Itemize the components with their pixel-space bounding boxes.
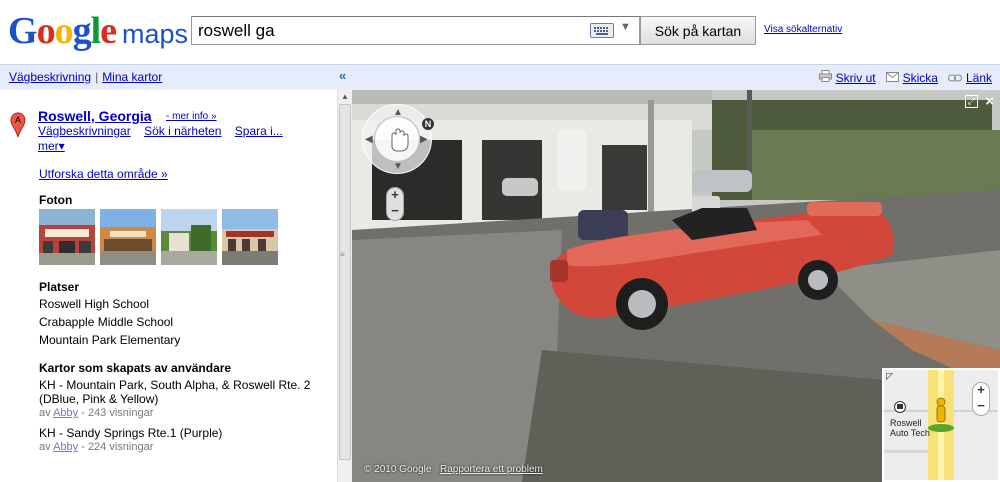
minimap-zoom-control: + −: [972, 382, 990, 416]
street-view[interactable]: ▲ ▼ ◀ ▶ N + − ⤢ × © 2010 Google Rapporte…: [352, 90, 1000, 482]
zoom-in-button[interactable]: +: [387, 187, 403, 202]
user-map-meta-2: av Abby - 224 visningar: [39, 441, 153, 453]
scrollbar-thumb[interactable]: [339, 104, 351, 460]
separator: |: [95, 70, 99, 84]
photos-title: Foton: [39, 193, 73, 207]
directions-action[interactable]: Vägbeskrivningar: [38, 124, 131, 138]
photo-thumbnail-2[interactable]: [100, 209, 156, 265]
logo-google: Google: [8, 10, 117, 52]
panel-scrollbar[interactable]: ▲ ≡: [337, 90, 352, 482]
minimap-poi-label: Roswell Auto Tech: [890, 418, 930, 438]
user-map-link-1-cont[interactable]: (DBlue, Pink & Yellow): [39, 392, 158, 406]
keyboard-icon[interactable]: [590, 23, 614, 38]
collapse-panel-icon[interactable]: «: [339, 68, 346, 83]
pan-left-icon[interactable]: ◀: [365, 134, 373, 145]
user-map-meta-1: av Abby - 243 visningar: [39, 407, 153, 419]
report-problem-link[interactable]: Rapportera ett problem: [440, 464, 543, 475]
photo-thumbnail-4[interactable]: [222, 209, 278, 265]
hand-icon[interactable]: [374, 116, 420, 162]
photo-thumbnail-3[interactable]: [161, 209, 217, 265]
copyright-text: © 2010 Google: [364, 464, 432, 475]
zoom-out-button[interactable]: −: [387, 203, 403, 218]
printer-icon: [818, 70, 832, 85]
scroll-up-icon[interactable]: ▲: [341, 92, 349, 101]
explore-area-link[interactable]: Utforska detta område »: [39, 167, 168, 181]
send-item[interactable]: Skicka: [885, 71, 938, 85]
search-button[interactable]: Sök på kartan: [640, 16, 756, 45]
print-link[interactable]: Skriv ut: [836, 71, 876, 85]
place-link-crabapple-middle[interactable]: Crabapple Middle School: [39, 315, 173, 329]
send-link[interactable]: Skicka: [903, 71, 938, 85]
link-item[interactable]: Länk: [947, 71, 992, 85]
user-map-link-1[interactable]: KH - Mountain Park, South Alpha, & Roswe…: [39, 378, 310, 392]
search-options-link[interactable]: Visa sökalternativ: [764, 24, 842, 35]
fullscreen-icon[interactable]: ⤢: [965, 95, 978, 108]
minimap-toggle-icon[interactable]: ◸: [886, 371, 893, 382]
pan-control[interactable]: ▲ ▼ ◀ ▶: [362, 104, 432, 174]
google-maps-logo[interactable]: Google maps: [8, 10, 188, 50]
pan-right-icon[interactable]: ▶: [420, 134, 428, 145]
my-maps-link[interactable]: Mina kartor: [102, 70, 162, 84]
places-title: Platser: [39, 280, 80, 294]
save-action[interactable]: Spara i...: [235, 124, 283, 138]
place-link-roswell-high[interactable]: Roswell High School: [39, 297, 149, 311]
by-label: av: [39, 407, 51, 419]
close-icon[interactable]: ×: [985, 93, 994, 110]
link-link[interactable]: Länk: [966, 71, 992, 85]
user-map-link-2[interactable]: KH - Sandy Springs Rte.1 (Purple): [39, 426, 222, 440]
side-panel: A Roswell, Georgia - mer info » Vägbeskr…: [0, 90, 337, 482]
pegman-icon[interactable]: [926, 396, 956, 432]
grip-icon[interactable]: ≡: [340, 250, 345, 259]
bus-stop-icon[interactable]: [894, 400, 906, 418]
minimap-zoom-in-button[interactable]: +: [973, 382, 989, 397]
user-maps-title: Kartor som skapats av användare: [39, 361, 232, 375]
search-nearby-action[interactable]: Sök i närheten: [144, 124, 221, 138]
envelope-icon: [885, 71, 899, 85]
more-action[interactable]: mer▾: [38, 139, 65, 153]
toolbar-right: Skriv ut Skicka Länk: [818, 70, 992, 85]
chain-link-icon: [947, 71, 962, 85]
compass-north-icon[interactable]: N: [422, 118, 434, 130]
author-link[interactable]: Abby: [53, 441, 78, 453]
place-title[interactable]: Roswell, Georgia: [38, 108, 152, 124]
by-label: av: [39, 441, 51, 453]
author-link[interactable]: Abby: [53, 407, 78, 419]
place-link-mountain-park[interactable]: Mountain Park Elementary: [39, 333, 180, 347]
marker-letter: A: [15, 115, 21, 125]
marker-a-icon[interactable]: A: [10, 112, 26, 138]
search-box: ▼: [191, 16, 640, 45]
minimap-zoom-out-button[interactable]: −: [973, 398, 989, 413]
more-info-link[interactable]: - mer info »: [166, 111, 217, 122]
search-input[interactable]: [192, 17, 588, 44]
toolbar: Vägbeskrivning | Mina kartor « Skriv ut Sk…: [0, 64, 1000, 90]
zoom-control: + −: [386, 187, 404, 221]
print-item[interactable]: Skriv ut: [818, 70, 876, 85]
header: Google maps ▼ Sök på kartan Visa sökalte…: [0, 0, 1000, 64]
directions-link[interactable]: Vägbeskrivning: [9, 70, 91, 84]
logo-maps: maps: [122, 19, 189, 49]
photo-thumbnail-1[interactable]: [39, 209, 95, 265]
view-count: - 224 visningar: [81, 441, 154, 453]
view-count: - 243 visningar: [81, 407, 154, 419]
toolbar-left: Vägbeskrivning | Mina kartor: [9, 70, 162, 84]
minimap[interactable]: ◸ Roswell Auto Tech + −: [882, 368, 1000, 482]
place-actions: Vägbeskrivningar Sök i närheten Spara i.…: [38, 124, 328, 154]
chevron-down-icon[interactable]: ▼: [620, 21, 631, 33]
